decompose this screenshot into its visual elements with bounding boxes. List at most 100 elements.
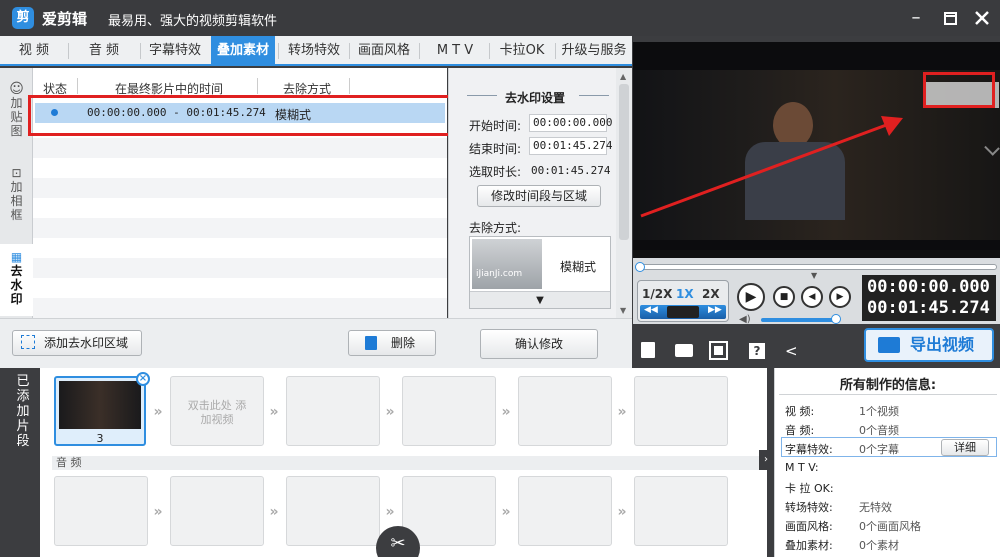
- app-subtitle: 最易用、强大的视频剪辑软件: [108, 14, 278, 29]
- dropdown-arrow-icon[interactable]: ▼: [470, 291, 610, 308]
- video-preview[interactable]: [633, 42, 1000, 250]
- volume-icon[interactable]: ◀): [739, 314, 751, 325]
- duration-label: 选取时长:: [469, 165, 522, 179]
- progress-track[interactable]: [635, 264, 997, 270]
- scroll-down-icon[interactable]: ▼: [620, 306, 626, 315]
- clip-index: 3: [96, 432, 104, 445]
- tab-overlay-material[interactable]: 叠加素材: [211, 36, 275, 66]
- jog-slider[interactable]: ◀◀ ▶▶: [640, 305, 726, 319]
- maximize-icon[interactable]: [938, 6, 962, 30]
- info-transition-value: 无特效: [859, 501, 892, 514]
- next-frame-icon[interactable]: ▶: [829, 286, 851, 308]
- tab-video[interactable]: 视 频: [4, 36, 64, 66]
- highlight-box: [28, 95, 458, 136]
- previous-frame-icon[interactable]: ◀: [801, 286, 823, 308]
- remove-clip-icon[interactable]: ×: [136, 372, 150, 386]
- remove-method-selector[interactable]: iJianJi.com 模糊式 ▼: [469, 236, 611, 309]
- chevron-down-icon[interactable]: ▼: [811, 271, 817, 280]
- info-audio-value: 0个音频: [859, 424, 899, 437]
- side-tab-watermark[interactable]: ▦ 去水印: [0, 244, 33, 316]
- clips-timeline: 3 × » 双击此处 添加视频 » » » » 音 频 » » » » » ✂: [40, 368, 767, 557]
- start-time-label: 开始时间:: [469, 119, 522, 133]
- speed-2x[interactable]: 2X: [702, 287, 720, 301]
- side-tab-frame[interactable]: ⊡ 加相框: [0, 166, 33, 236]
- volume-thumb[interactable]: [831, 314, 841, 324]
- arrow-right-icon: »: [385, 404, 395, 420]
- tab-transition-effects[interactable]: 转场特效: [282, 36, 346, 66]
- audio-slot[interactable]: [518, 476, 612, 546]
- blur-thumbnail: iJianJi.com: [472, 239, 542, 289]
- tab-karaoke[interactable]: 卡拉OK: [492, 36, 552, 66]
- empty-slot[interactable]: [518, 376, 612, 446]
- open-folder-icon[interactable]: [675, 344, 693, 357]
- empty-slot[interactable]: [634, 376, 728, 446]
- info-overlay-label: 叠加素材:: [785, 539, 833, 552]
- add-video-slot[interactable]: 双击此处 添加视频: [170, 376, 264, 446]
- settings-scrollbar[interactable]: ▲ ▼: [616, 68, 632, 318]
- add-region-icon: [21, 335, 35, 349]
- frame-icon: ⊡: [11, 166, 22, 180]
- end-time-field[interactable]: 00:01:45.274: [529, 137, 612, 155]
- arrow-right-icon: »: [269, 504, 279, 520]
- title-bar: 剪 爱剪辑 最易用、强大的视频剪辑软件 –: [0, 0, 1000, 36]
- added-clips-label: 已添加片段: [8, 368, 38, 452]
- info-style-value: 0个画面风格: [859, 520, 921, 533]
- tab-subtitle-effects[interactable]: 字幕特效: [143, 36, 207, 66]
- modify-time-region-button[interactable]: 修改时间段与区域: [477, 185, 601, 207]
- current-time: 00:00:00.000: [867, 277, 990, 297]
- speed-half[interactable]: 1/2X: [642, 287, 672, 301]
- export-video-button[interactable]: 导出视频: [864, 328, 994, 362]
- settings-title: 去水印设置: [505, 91, 566, 105]
- minimize-icon[interactable]: –: [904, 6, 928, 30]
- audio-slot[interactable]: [634, 476, 728, 546]
- remove-method-label: 去除方式:: [469, 221, 522, 235]
- delete-button[interactable]: 删除: [348, 330, 436, 356]
- add-watermark-region-button[interactable]: 添加去水印区域: [12, 330, 142, 356]
- info-video-value: 1个视频: [859, 405, 899, 418]
- stop-icon[interactable]: ■: [773, 286, 795, 308]
- audio-slot[interactable]: [54, 476, 148, 546]
- tab-upgrade-service[interactable]: 升级与服务: [557, 36, 631, 66]
- info-subtitle-label: 字幕特效:: [785, 443, 833, 456]
- info-audio-label: 音 频:: [785, 424, 815, 437]
- help-icon[interactable]: ?: [749, 343, 765, 359]
- info-mtv-label: M T V:: [785, 461, 819, 474]
- close-icon[interactable]: [970, 6, 994, 30]
- info-style-label: 画面风格:: [785, 520, 833, 533]
- empty-slot[interactable]: [286, 376, 380, 446]
- scroll-up-icon[interactable]: ▲: [620, 72, 626, 81]
- share-icon[interactable]: <: [785, 342, 798, 360]
- audio-slot[interactable]: [170, 476, 264, 546]
- save-icon[interactable]: [709, 341, 728, 360]
- audio-slot[interactable]: [286, 476, 380, 546]
- start-time-field[interactable]: 00:00:00.000: [529, 114, 612, 132]
- progress-thumb[interactable]: [635, 262, 645, 272]
- detail-button[interactable]: 详细: [941, 439, 989, 456]
- new-project-icon[interactable]: [641, 342, 655, 358]
- empty-slot[interactable]: [402, 376, 496, 446]
- tab-picture-style[interactable]: 画面风格: [352, 36, 416, 66]
- arrow-right-icon: »: [501, 404, 511, 420]
- watermark-settings-panel: 去水印设置 开始时间: 00:00:00.000 结束时间: 00:01:45.…: [448, 68, 616, 318]
- tab-mtv[interactable]: M T V: [423, 36, 487, 66]
- volume-slider[interactable]: [761, 318, 837, 322]
- trash-icon: [365, 336, 377, 350]
- confirm-modify-button[interactable]: 确认修改: [480, 329, 598, 359]
- speed-control: 1/2X 1X 2X ◀◀ ▶▶: [637, 280, 729, 322]
- clip-thumbnail[interactable]: 3: [54, 376, 146, 446]
- speed-1x[interactable]: 1X: [676, 287, 694, 301]
- scroll-thumb[interactable]: [619, 84, 629, 240]
- arrow-right-icon: »: [269, 404, 279, 420]
- info-transition-label: 转场特效:: [785, 501, 833, 514]
- end-time-label: 结束时间:: [469, 142, 522, 156]
- play-icon[interactable]: ▶: [737, 283, 765, 311]
- arrow-right-icon: »: [153, 504, 163, 520]
- expand-panel-icon[interactable]: ›: [759, 450, 773, 470]
- info-overlay-value: 0个素材: [859, 539, 899, 552]
- app-logo: 剪: [12, 7, 34, 29]
- duration-value: 00:01:45.274: [531, 164, 611, 177]
- fast-forward-icon: ▶▶: [708, 305, 722, 315]
- rewind-icon: ◀◀: [644, 305, 658, 315]
- info-karaoke-label: 卡 拉 OK:: [785, 482, 834, 495]
- tab-audio[interactable]: 音 频: [72, 36, 136, 66]
